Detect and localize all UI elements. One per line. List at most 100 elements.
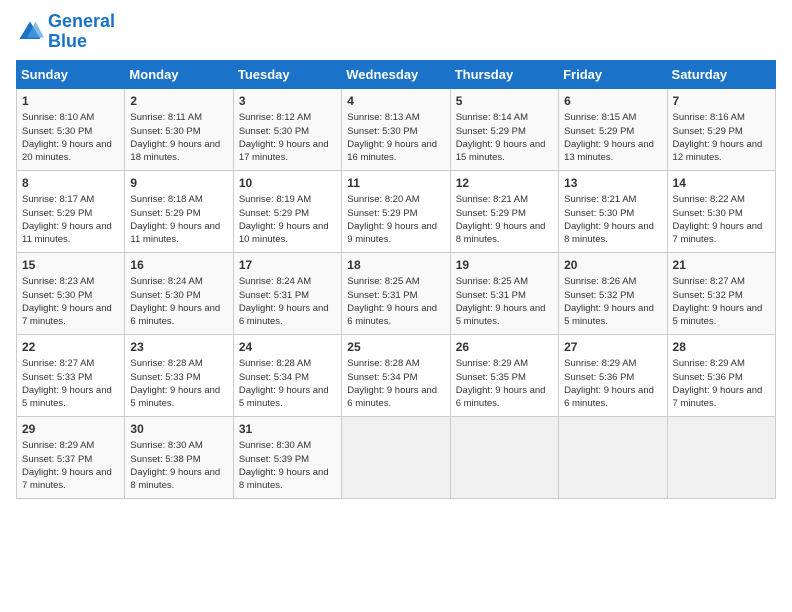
daylight: Daylight: 9 hours and 6 minutes.: [347, 303, 437, 327]
sunset: Sunset: 5:29 PM: [456, 126, 526, 137]
daylight: Daylight: 9 hours and 7 minutes.: [673, 221, 763, 245]
sunset: Sunset: 5:29 PM: [673, 126, 743, 137]
daylight: Daylight: 9 hours and 6 minutes.: [456, 385, 546, 409]
sunset: Sunset: 5:37 PM: [22, 454, 92, 465]
daylight: Daylight: 9 hours and 5 minutes.: [673, 303, 763, 327]
sunset: Sunset: 5:30 PM: [347, 126, 417, 137]
day-number: 6: [564, 93, 661, 110]
sunset: Sunset: 5:30 PM: [239, 126, 309, 137]
sunrise: Sunrise: 8:24 AM: [239, 276, 311, 287]
sunset: Sunset: 5:30 PM: [564, 208, 634, 219]
daylight: Daylight: 9 hours and 8 minutes.: [130, 467, 220, 491]
day-number: 9: [130, 175, 227, 192]
sunrise: Sunrise: 8:10 AM: [22, 112, 94, 123]
day-number: 27: [564, 339, 661, 356]
sunrise: Sunrise: 8:17 AM: [22, 194, 94, 205]
day-number: 5: [456, 93, 553, 110]
sunrise: Sunrise: 8:28 AM: [347, 358, 419, 369]
calendar-cell: 17Sunrise: 8:24 AMSunset: 5:31 PMDayligh…: [233, 252, 341, 334]
sunrise: Sunrise: 8:29 AM: [456, 358, 528, 369]
calendar-cell: 30Sunrise: 8:30 AMSunset: 5:38 PMDayligh…: [125, 416, 233, 498]
day-number: 21: [673, 257, 770, 274]
sunrise: Sunrise: 8:26 AM: [564, 276, 636, 287]
day-number: 2: [130, 93, 227, 110]
daylight: Daylight: 9 hours and 5 minutes.: [564, 303, 654, 327]
sunset: Sunset: 5:29 PM: [564, 126, 634, 137]
day-number: 7: [673, 93, 770, 110]
calendar-table: SundayMondayTuesdayWednesdayThursdayFrid…: [16, 60, 776, 499]
calendar-cell: 1Sunrise: 8:10 AMSunset: 5:30 PMDaylight…: [17, 88, 125, 170]
daylight: Daylight: 9 hours and 8 minutes.: [564, 221, 654, 245]
day-number: 25: [347, 339, 444, 356]
daylight: Daylight: 9 hours and 7 minutes.: [22, 303, 112, 327]
sunrise: Sunrise: 8:23 AM: [22, 276, 94, 287]
day-number: 20: [564, 257, 661, 274]
sunrise: Sunrise: 8:30 AM: [130, 440, 202, 451]
sunrise: Sunrise: 8:21 AM: [564, 194, 636, 205]
calendar-cell: 20 Sunrise: 8:26 AM Sunset: 5:32 PM Dayligh…: [559, 252, 667, 334]
sunrise: Sunrise: 8:28 AM: [239, 358, 311, 369]
sunrise: Sunrise: 8:11 AM: [130, 112, 202, 123]
main-container: General Blue SundayMondayTuesdayWednesda…: [0, 0, 792, 509]
daylight: Daylight: 9 hours and 5 minutes.: [22, 385, 112, 409]
daylight: Daylight: 9 hours and 16 minutes.: [347, 139, 437, 163]
sunset: Sunset: 5:32 PM: [564, 290, 634, 301]
day-number: 11: [347, 175, 444, 192]
sunrise: Sunrise: 8:30 AM: [239, 440, 311, 451]
daylight: Daylight: 9 hours and 6 minutes.: [130, 303, 220, 327]
day-header-thursday: Thursday: [450, 60, 558, 88]
daylight: Daylight: 9 hours and 15 minutes.: [456, 139, 546, 163]
sunrise: Sunrise: 8:13 AM: [347, 112, 419, 123]
calendar-cell: [559, 416, 667, 498]
sunset: Sunset: 5:29 PM: [456, 208, 526, 219]
day-header-monday: Monday: [125, 60, 233, 88]
sunrise: Sunrise: 8:20 AM: [347, 194, 419, 205]
daylight: Daylight: 9 hours and 17 minutes.: [239, 139, 329, 163]
sunrise: Sunrise: 8:21 AM: [456, 194, 528, 205]
daylight: Daylight: 9 hours and 13 minutes.: [564, 139, 654, 163]
calendar-cell: 10Sunrise: 8:19 AMSunset: 5:29 PMDayligh…: [233, 170, 341, 252]
daylight: Daylight: 9 hours and 5 minutes.: [130, 385, 220, 409]
daylight: Daylight: 9 hours and 12 minutes.: [673, 139, 763, 163]
sunrise: Sunrise: 8:25 AM: [347, 276, 419, 287]
day-number: 1: [22, 93, 119, 110]
calendar-cell: 5Sunrise: 8:14 AMSunset: 5:29 PMDaylight…: [450, 88, 558, 170]
day-number: 17: [239, 257, 336, 274]
daylight: Daylight: 9 hours and 6 minutes.: [239, 303, 329, 327]
calendar-cell: 4Sunrise: 8:13 AMSunset: 5:30 PMDaylight…: [342, 88, 450, 170]
calendar-cell: 7Sunrise: 8:16 AMSunset: 5:29 PMDaylight…: [667, 88, 775, 170]
calendar-cell: 12Sunrise: 8:21 AMSunset: 5:29 PMDayligh…: [450, 170, 558, 252]
calendar-cell: [342, 416, 450, 498]
logo-icon: [16, 18, 44, 46]
sunset: Sunset: 5:34 PM: [239, 372, 309, 383]
sunset: Sunset: 5:36 PM: [564, 372, 634, 383]
calendar-cell: 19Sunrise: 8:25 AMSunset: 5:31 PMDayligh…: [450, 252, 558, 334]
day-number: 13: [564, 175, 661, 192]
daylight: Daylight: 9 hours and 8 minutes.: [239, 467, 329, 491]
week-row-5: 29Sunrise: 8:29 AMSunset: 5:37 PMDayligh…: [17, 416, 776, 498]
day-number: 14: [673, 175, 770, 192]
day-header-friday: Friday: [559, 60, 667, 88]
day-number: 10: [239, 175, 336, 192]
daylight: Daylight: 9 hours and 10 minutes.: [239, 221, 329, 245]
sunset: Sunset: 5:30 PM: [22, 290, 92, 301]
daylight: Daylight: 9 hours and 7 minutes.: [22, 467, 112, 491]
day-number: 8: [22, 175, 119, 192]
calendar-cell: 3Sunrise: 8:12 AMSunset: 5:30 PMDaylight…: [233, 88, 341, 170]
sunset: Sunset: 5:30 PM: [22, 126, 92, 137]
sunrise: Sunrise: 8:19 AM: [239, 194, 311, 205]
sunrise: Sunrise: 8:24 AM: [130, 276, 202, 287]
day-header-wednesday: Wednesday: [342, 60, 450, 88]
sunset: Sunset: 5:36 PM: [673, 372, 743, 383]
daylight: Daylight: 9 hours and 5 minutes.: [456, 303, 546, 327]
calendar-cell: 25Sunrise: 8:28 AMSunset: 5:34 PMDayligh…: [342, 334, 450, 416]
sunset: Sunset: 5:29 PM: [347, 208, 417, 219]
day-number: 29: [22, 421, 119, 438]
day-number: 31: [239, 421, 336, 438]
sunrise: Sunrise: 8:12 AM: [239, 112, 311, 123]
sunset: Sunset: 5:29 PM: [22, 208, 92, 219]
daylight: Daylight: 9 hours and 9 minutes.: [347, 221, 437, 245]
calendar-cell: 28Sunrise: 8:29 AMSunset: 5:36 PMDayligh…: [667, 334, 775, 416]
daylight: Daylight: 9 hours and 6 minutes.: [564, 385, 654, 409]
day-number: 18: [347, 257, 444, 274]
